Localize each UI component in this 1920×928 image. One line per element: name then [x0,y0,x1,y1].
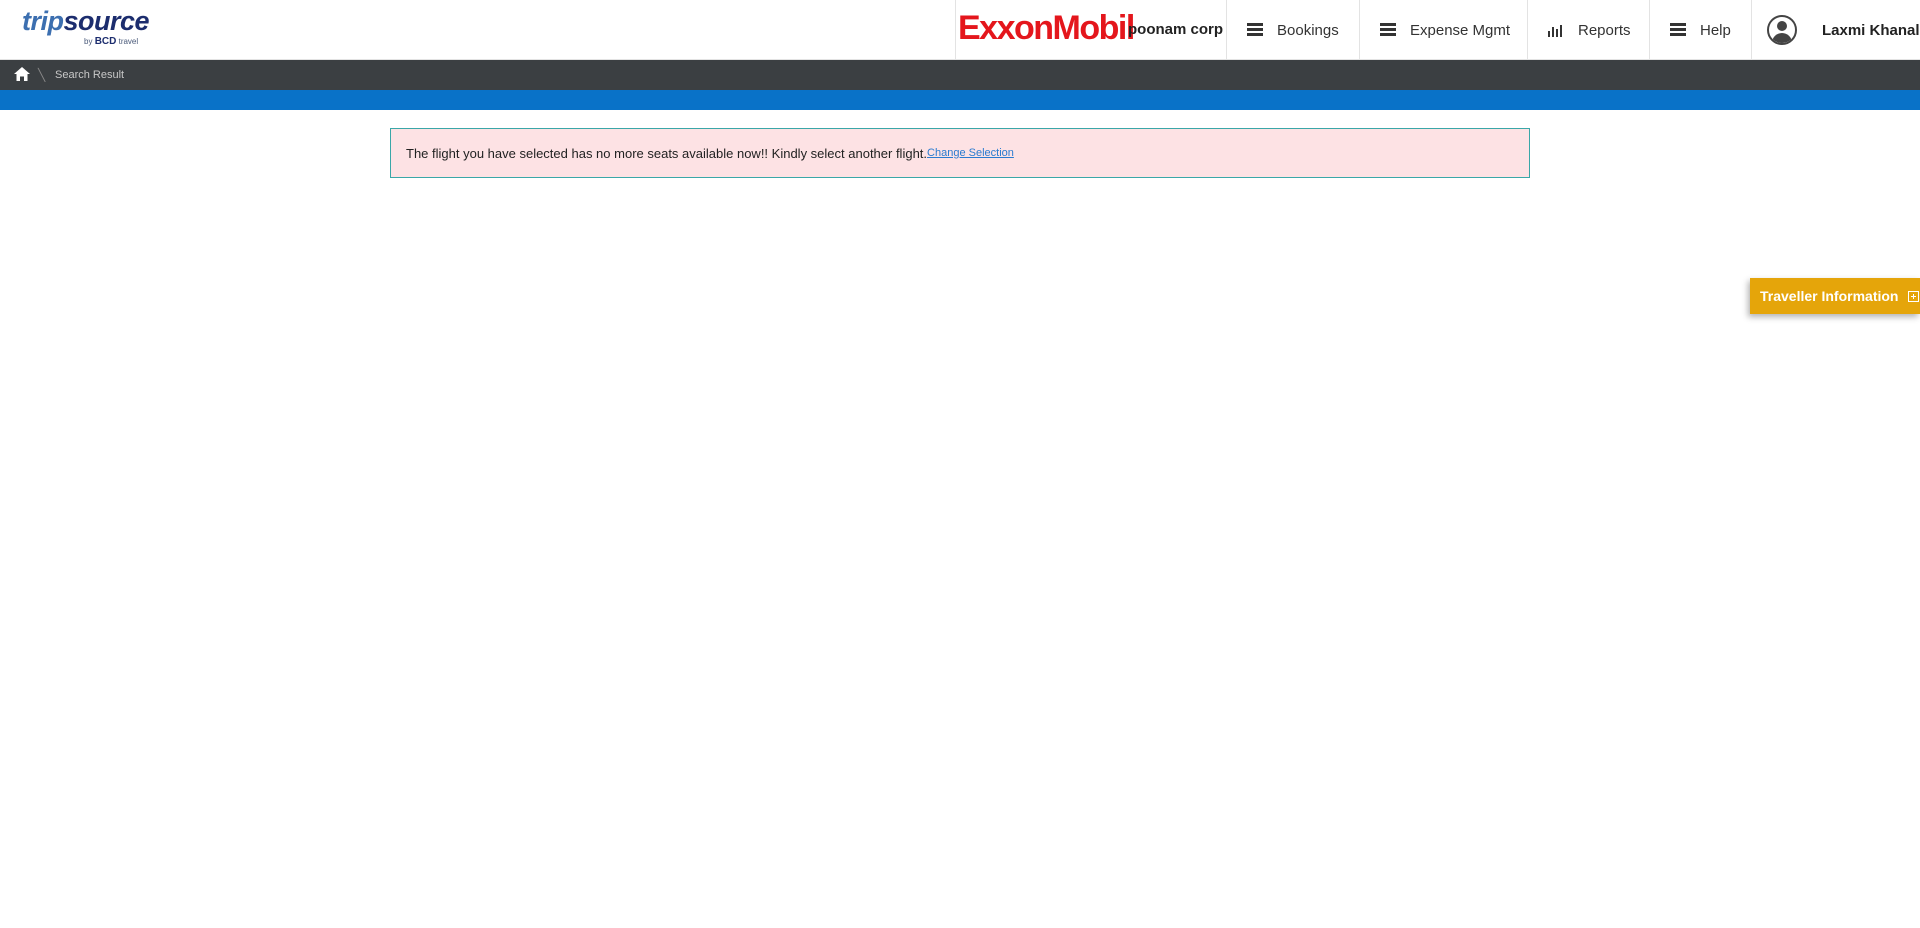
traveller-information-tab[interactable]: Traveller Information [1750,278,1920,314]
expand-plus-icon [1908,290,1920,302]
blue-banner [0,90,1920,110]
alert-message: The flight you have selected has no more… [406,145,928,161]
company-logo: ExxonMobil [958,9,1135,47]
breadcrumb-separator: ╲ [38,68,46,82]
nav-bookings-label: Bookings [1277,21,1339,39]
change-selection-link[interactable]: Change Selection [927,147,1014,159]
logo-travel: travel [118,37,139,46]
nav-expense-mgmt[interactable]: Expense Mgmt [1359,0,1527,60]
user-name: Laxmi Khanal [1822,21,1920,39]
bar-chart-icon [1548,23,1564,37]
nav-bookings[interactable]: Bookings [1226,0,1359,60]
logo-bcd: BCD [94,36,117,47]
logo-subtitle: by BCD travel [84,36,138,47]
menu-icon [1380,23,1396,37]
menu-icon [1247,23,1263,37]
logo-trip: trip [22,6,64,36]
home-icon[interactable] [14,67,30,81]
corp-name: poonam corp [1128,21,1224,38]
nav-reports[interactable]: Reports [1527,0,1649,60]
breadcrumb: ╲ Search Result [0,60,1920,90]
logo-wordmark: tripsource [22,6,150,37]
user-menu[interactable]: Laxmi Khanal [1751,0,1920,60]
company-brand: ExxonMobil poonam corp [955,0,1227,60]
menu-icon [1670,23,1686,37]
no-seats-alert: The flight you have selected has no more… [390,128,1530,178]
nav-expense-label: Expense Mgmt [1410,21,1511,39]
nav-reports-label: Reports [1578,21,1631,39]
nav-help-label: Help [1700,21,1731,39]
top-header: tripsource by BCD travel ExxonMobil poon… [0,0,1920,60]
tripsource-logo[interactable]: tripsource by BCD travel [22,6,162,52]
nav-help[interactable]: Help [1649,0,1751,60]
user-avatar-icon[interactable] [1767,15,1797,45]
breadcrumb-current: Search Result [55,69,125,81]
logo-by: by [84,37,93,46]
traveller-tab-label: Traveller Information [1760,288,1899,304]
logo-source: source [63,6,150,36]
